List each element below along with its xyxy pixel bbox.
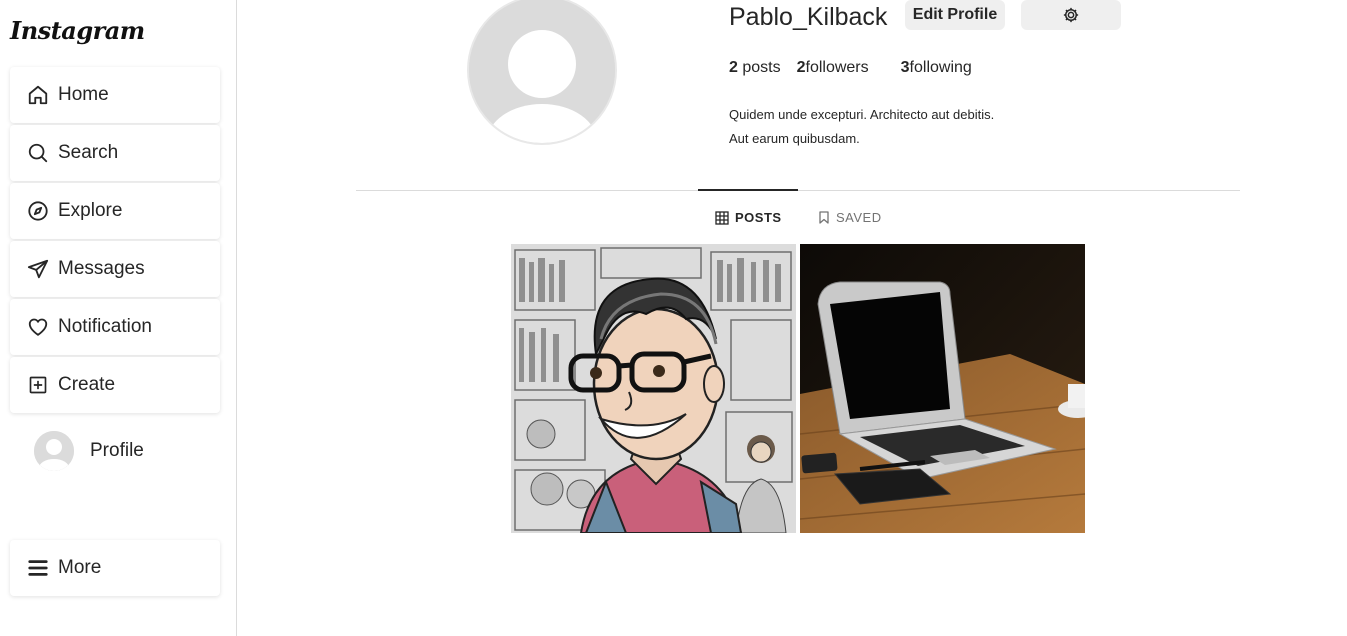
active-tab-indicator — [698, 189, 798, 191]
sidebar-item-label: Profile — [90, 440, 144, 461]
tab-label: POSTS — [735, 210, 782, 225]
bio-line: Aut earum quibusdam. — [729, 131, 860, 146]
sidebar-item-home[interactable]: Home — [10, 67, 220, 123]
tabs-divider — [356, 190, 1240, 191]
profile-bio: Quidem unde excepturi. Architecto aut de… — [729, 103, 994, 151]
sidebar-item-label: Home — [58, 84, 109, 105]
sidebar-item-messages[interactable]: Messages — [10, 241, 220, 297]
bookmark-icon — [818, 211, 830, 224]
search-icon — [26, 141, 50, 165]
sidebar-item-create[interactable]: Create — [10, 357, 220, 413]
settings-button[interactable] — [1021, 0, 1121, 30]
edit-profile-button[interactable]: Edit Profile — [905, 0, 1005, 30]
sidebar-item-label: Explore — [58, 200, 123, 221]
tab-label: SAVED — [836, 210, 882, 225]
sidebar-item-explore[interactable]: Explore — [10, 183, 220, 239]
compass-icon — [26, 199, 50, 223]
tab-saved[interactable]: SAVED — [818, 210, 882, 225]
post-image-illustration — [511, 244, 796, 533]
tab-posts[interactable]: POSTS — [715, 210, 782, 225]
sidebar: Instagram Home Search Explore Messages N… — [0, 0, 237, 636]
followers-stat[interactable]: 2followers — [797, 59, 869, 77]
profile-avatar[interactable] — [467, 0, 617, 145]
profile-main: Pablo_Kilback Edit Profile 2 posts 2foll… — [237, 0, 1347, 636]
post-thumbnail[interactable] — [511, 244, 796, 533]
sidebar-item-label: More — [58, 557, 102, 578]
sidebar-item-label: Messages — [58, 258, 145, 279]
posts-stat: 2 posts — [729, 59, 781, 76]
bio-line: Quidem unde excepturi. Architecto aut de… — [729, 107, 995, 122]
profile-stats: 2 posts 2followers 3following — [729, 59, 972, 77]
avatar — [34, 431, 74, 471]
sidebar-item-search[interactable]: Search — [10, 125, 220, 181]
sidebar-item-profile[interactable]: Profile — [34, 431, 144, 471]
plus-square-icon — [26, 373, 50, 397]
post-thumbnail[interactable] — [800, 244, 1085, 533]
sidebar-item-label: Search — [58, 142, 119, 163]
home-icon — [26, 83, 50, 107]
post-image-laptop — [800, 244, 1085, 533]
gear-icon — [1062, 6, 1080, 24]
send-icon — [26, 257, 50, 281]
profile-username: Pablo_Kilback — [729, 3, 888, 31]
sidebar-item-notification[interactable]: Notification — [10, 299, 220, 355]
grid-icon — [715, 210, 729, 225]
instagram-logo[interactable]: Instagram — [10, 16, 145, 45]
sidebar-item-more[interactable]: More — [10, 540, 220, 596]
sidebar-item-label: Create — [58, 374, 116, 395]
menu-icon — [26, 556, 50, 580]
following-stat[interactable]: 3following — [901, 59, 972, 77]
sidebar-item-label: Notification — [58, 316, 152, 337]
heart-icon — [26, 315, 50, 339]
